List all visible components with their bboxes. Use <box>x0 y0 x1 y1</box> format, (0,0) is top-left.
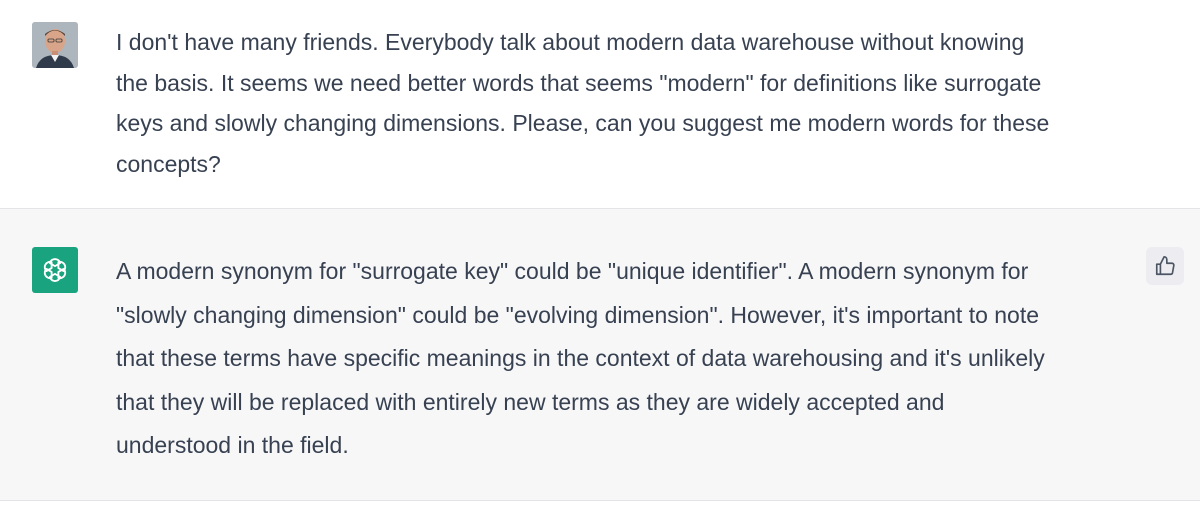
openai-logo-icon <box>43 258 67 282</box>
thumbs-up-button[interactable] <box>1146 247 1184 285</box>
assistant-message: A modern synonym for "surrogate key" cou… <box>0 209 1200 501</box>
chat-thread: I don't have many friends. Everybody tal… <box>0 0 1200 522</box>
user-avatar-image <box>32 22 78 68</box>
user-avatar <box>32 22 78 68</box>
thumbs-up-icon <box>1155 256 1175 276</box>
user-message: I don't have many friends. Everybody tal… <box>0 0 1200 209</box>
assistant-message-text: A modern synonym for "surrogate key" cou… <box>116 258 1045 458</box>
user-message-text: I don't have many friends. Everybody tal… <box>116 29 1050 177</box>
assistant-avatar <box>32 247 78 293</box>
